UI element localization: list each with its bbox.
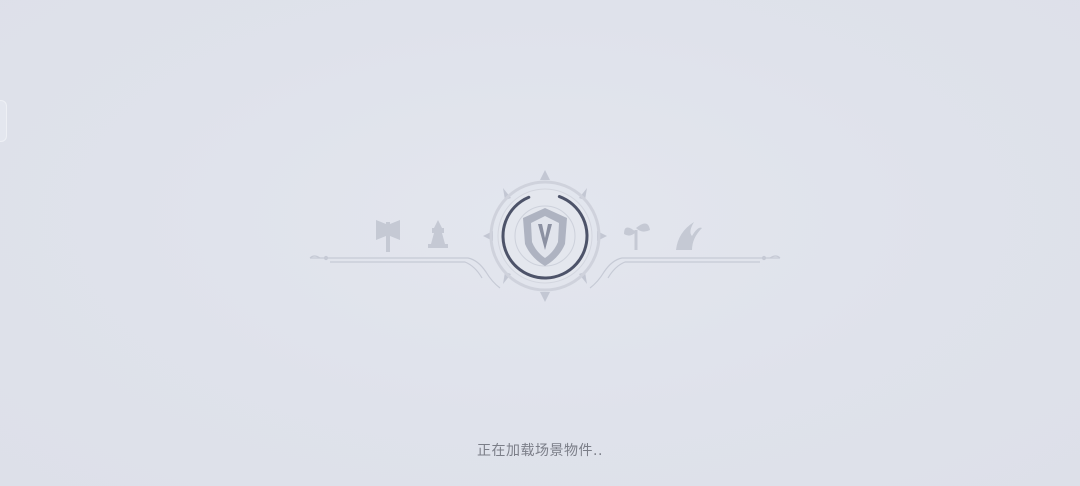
axe-icon <box>376 220 400 252</box>
flame-wing-icon <box>676 222 702 250</box>
loading-status-text: 正在加载场景物件.. <box>477 443 603 459</box>
tower-icon <box>428 220 448 248</box>
side-drawer-handle[interactable] <box>0 100 7 142</box>
loading-emblem <box>309 170 781 302</box>
loading-screen: 正在加载场景物件.. <box>0 0 1080 486</box>
right-ornament-lines <box>589 255 781 289</box>
sprout-icon <box>624 223 650 250</box>
shield-emblem-icon <box>483 170 607 302</box>
left-ornament-lines <box>309 255 501 289</box>
